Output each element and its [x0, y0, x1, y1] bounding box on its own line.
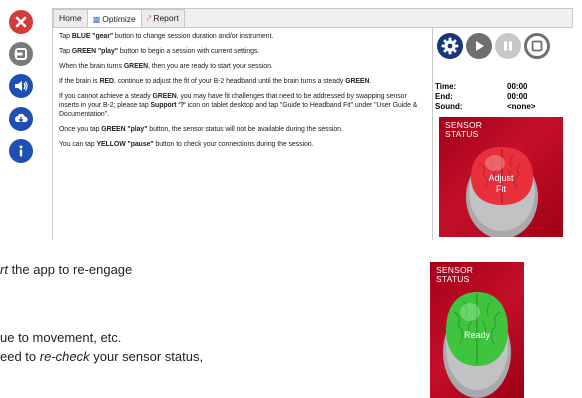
sound-value: <none> — [507, 102, 536, 111]
doc-line-2: ue to movement, etc. — [0, 330, 122, 345]
time-value: 00:00 — [507, 82, 528, 91]
end-value: 00:00 — [507, 92, 528, 101]
stop-button[interactable] — [524, 33, 550, 59]
play-button[interactable] — [466, 33, 492, 59]
cloud-download-icon[interactable] — [9, 107, 33, 131]
instruction-5: If you cannot achieve a steady GREEN, yo… — [59, 93, 418, 118]
session-status: Time: 00:00 End: 00:00 Sound: <none> — [435, 82, 569, 112]
tab-optimize[interactable]: ▩ Optimize — [86, 9, 142, 28]
play-icon — [476, 41, 484, 51]
sensor-status-panel: SENSOR STATUS Adjust Fit — [439, 117, 563, 237]
optimize-icon: ▩ — [92, 14, 101, 24]
session-panel: Time: 00:00 End: 00:00 Sound: <none> SEN… — [433, 27, 573, 240]
doc-line-1: rt the app to re-engage — [0, 262, 133, 277]
info-icon[interactable] — [9, 139, 33, 163]
sound-icon[interactable] — [9, 74, 33, 98]
exit-icon[interactable] — [9, 42, 33, 66]
tab-report[interactable]: ⤤ Report — [140, 9, 185, 27]
instruction-1: Tap BLUE "gear" button to change session… — [59, 33, 274, 40]
tab-label: Home — [59, 13, 82, 23]
brain-status-label: Adjust Fit — [488, 173, 514, 194]
gear-button[interactable] — [437, 33, 463, 59]
tab-label: Report — [153, 13, 179, 23]
pause-button[interactable] — [495, 33, 521, 59]
time-label: Time: — [435, 82, 457, 91]
doc-line-3: eed to re-check your sensor status, — [0, 349, 204, 364]
session-controls — [437, 33, 550, 59]
stop-icon — [531, 40, 543, 52]
report-icon: ⤤ — [146, 14, 152, 23]
instruction-4: If the brain is RED, continue to adjust … — [59, 78, 372, 85]
brain-status-label: Ready — [463, 330, 490, 340]
instruction-3: When the brain turns GREEN, then you are… — [59, 63, 273, 70]
head-icon — [443, 292, 511, 398]
instruction-2: Tap GREEN "play" button to begin a sessi… — [59, 48, 260, 55]
end-label: End: — [435, 92, 453, 101]
tab-label: Optimize — [102, 13, 136, 24]
gear-icon — [441, 37, 459, 55]
instruction-7: You can tap YELLOW "pause" button to che… — [59, 141, 314, 148]
sensor-status-title: SENSOR STATUS — [436, 265, 474, 284]
sensor-status-title: SENSOR STATUS — [445, 120, 483, 139]
close-icon[interactable] — [9, 10, 33, 34]
app-window: Home ▩ Optimize ⤤ Report Tap BLUE "gear"… — [52, 8, 573, 240]
pause-icon — [504, 41, 512, 51]
tab-bar: Home ▩ Optimize ⤤ Report — [53, 9, 185, 28]
instructions-panel: Tap BLUE "gear" button to change session… — [53, 27, 433, 240]
left-toolbar — [0, 0, 42, 240]
tab-home[interactable]: Home — [53, 9, 88, 27]
instruction-6: Once you tap GREEN "play" button, the se… — [59, 126, 343, 133]
sensor-status-ready-panel: SENSOR STATUS Ready — [430, 262, 524, 398]
sound-label: Sound: — [435, 102, 463, 111]
